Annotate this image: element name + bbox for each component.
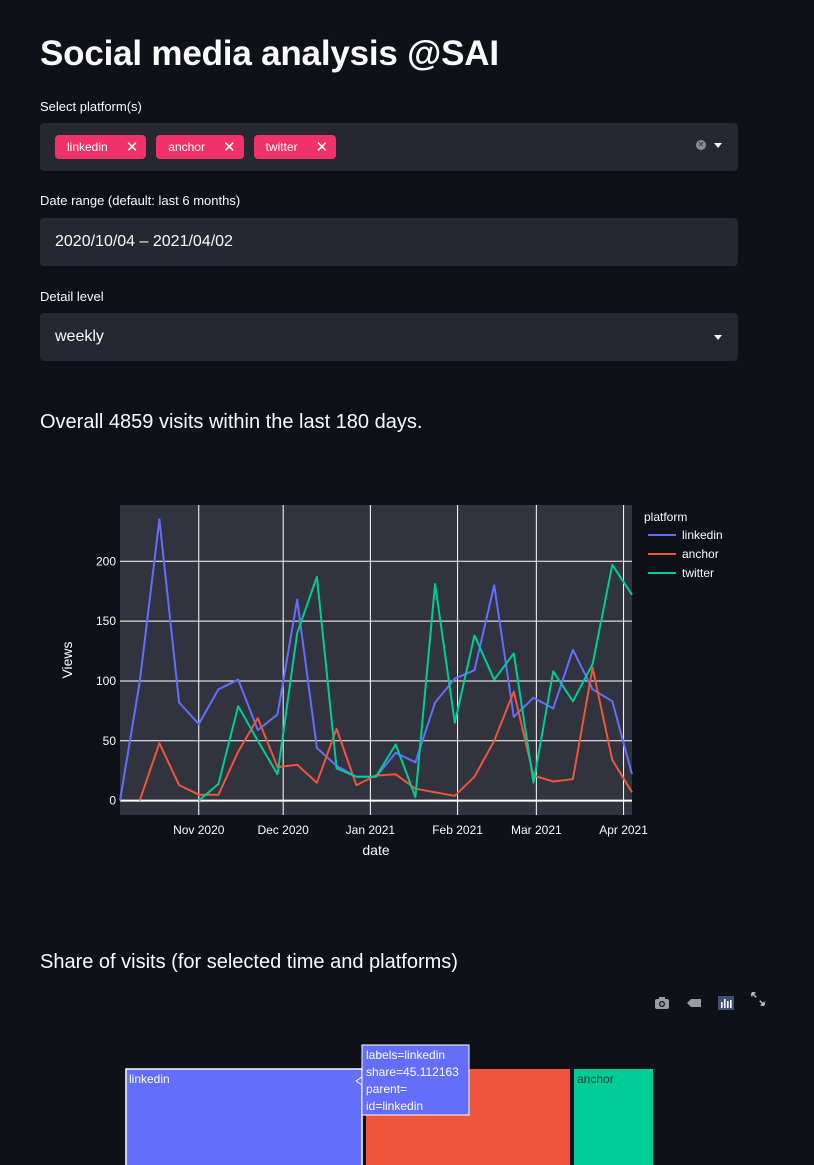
x-tick-label: Feb 2021 bbox=[432, 823, 483, 837]
y-tick-label: 0 bbox=[109, 794, 116, 808]
remove-chip-icon[interactable]: ✕ bbox=[316, 140, 329, 155]
plot-area bbox=[120, 505, 632, 815]
legend-item-linkedin[interactable]: linkedin bbox=[682, 528, 723, 542]
chip-anchor: anchor ✕ bbox=[156, 135, 244, 159]
chip-linkedin: linkedin ✕ bbox=[55, 135, 147, 159]
chip-label: twitter bbox=[265, 140, 298, 154]
y-tick-label: 150 bbox=[96, 614, 116, 628]
fullscreen-icon[interactable] bbox=[750, 992, 766, 1006]
detail-level-select[interactable]: weekly bbox=[40, 313, 738, 361]
clear-all-icon[interactable]: ✕ bbox=[696, 140, 706, 150]
y-tick-label: 200 bbox=[96, 554, 116, 568]
tooltip-line: share=45.112163 bbox=[366, 1065, 459, 1079]
x-tick-label: Apr 2021 bbox=[599, 823, 648, 837]
x-axis-label: date bbox=[362, 842, 389, 858]
share-treemap[interactable]: linkedin anchor labels=linkedin share=45… bbox=[0, 1040, 814, 1165]
chip-label: linkedin bbox=[67, 140, 108, 154]
date-range-value: 2020/10/04 – 2021/04/02 bbox=[55, 233, 233, 250]
camera-icon[interactable] bbox=[654, 996, 670, 1010]
y-tick-label: 50 bbox=[103, 734, 117, 748]
date-range-input[interactable]: 2020/10/04 – 2021/04/02 bbox=[40, 218, 738, 266]
legend-title: platform bbox=[644, 510, 687, 524]
detail-level-label: Detail level bbox=[40, 289, 104, 304]
plotly-logo-icon[interactable] bbox=[718, 996, 734, 1010]
tooltip-line: parent= bbox=[366, 1082, 407, 1096]
page-title: Social media analysis @SAI bbox=[40, 34, 499, 73]
x-tick-label: Jan 2021 bbox=[346, 823, 396, 837]
views-line-chart[interactable]: Nov 2020 Dec 2020 Jan 2021 Feb 2021 Mar 2021… bbox=[0, 490, 814, 870]
remove-chip-icon[interactable]: ✕ bbox=[223, 140, 236, 155]
tag-icon[interactable] bbox=[686, 996, 702, 1010]
chip-twitter: twitter ✕ bbox=[253, 135, 337, 159]
x-tick-label: Mar 2021 bbox=[511, 823, 562, 837]
x-tick-label: Dec 2020 bbox=[257, 823, 309, 837]
y-axis-label: Views bbox=[59, 641, 75, 678]
date-range-label: Date range (default: last 6 months) bbox=[40, 193, 241, 208]
tooltip-line: id=linkedin bbox=[366, 1099, 423, 1113]
visits-summary: Overall 4859 visits within the last 180 … bbox=[40, 411, 423, 433]
share-heading: Share of visits (for selected time and p… bbox=[40, 951, 458, 973]
chip-label: anchor bbox=[168, 140, 205, 154]
treemap-tile-label: anchor bbox=[577, 1072, 614, 1086]
legend-item-anchor[interactable]: anchor bbox=[682, 547, 719, 561]
x-tick-label: Nov 2020 bbox=[173, 823, 225, 837]
detail-level-value: weekly bbox=[55, 328, 104, 345]
remove-chip-icon[interactable]: ✕ bbox=[126, 140, 139, 155]
platform-select-label: Select platform(s) bbox=[40, 99, 142, 114]
platform-multiselect[interactable]: linkedin ✕ anchor ✕ twitter ✕ ✕ bbox=[40, 123, 738, 171]
tooltip-line: labels=linkedin bbox=[366, 1048, 445, 1062]
chevron-down-icon[interactable] bbox=[714, 142, 722, 148]
y-tick-label: 100 bbox=[96, 674, 116, 688]
chevron-down-icon[interactable] bbox=[714, 335, 722, 340]
legend-item-twitter[interactable]: twitter bbox=[682, 566, 714, 580]
treemap-tile-label: linkedin bbox=[129, 1072, 170, 1086]
treemap-tooltip: labels=linkedin share=45.112163 parent= … bbox=[355, 1044, 470, 1116]
